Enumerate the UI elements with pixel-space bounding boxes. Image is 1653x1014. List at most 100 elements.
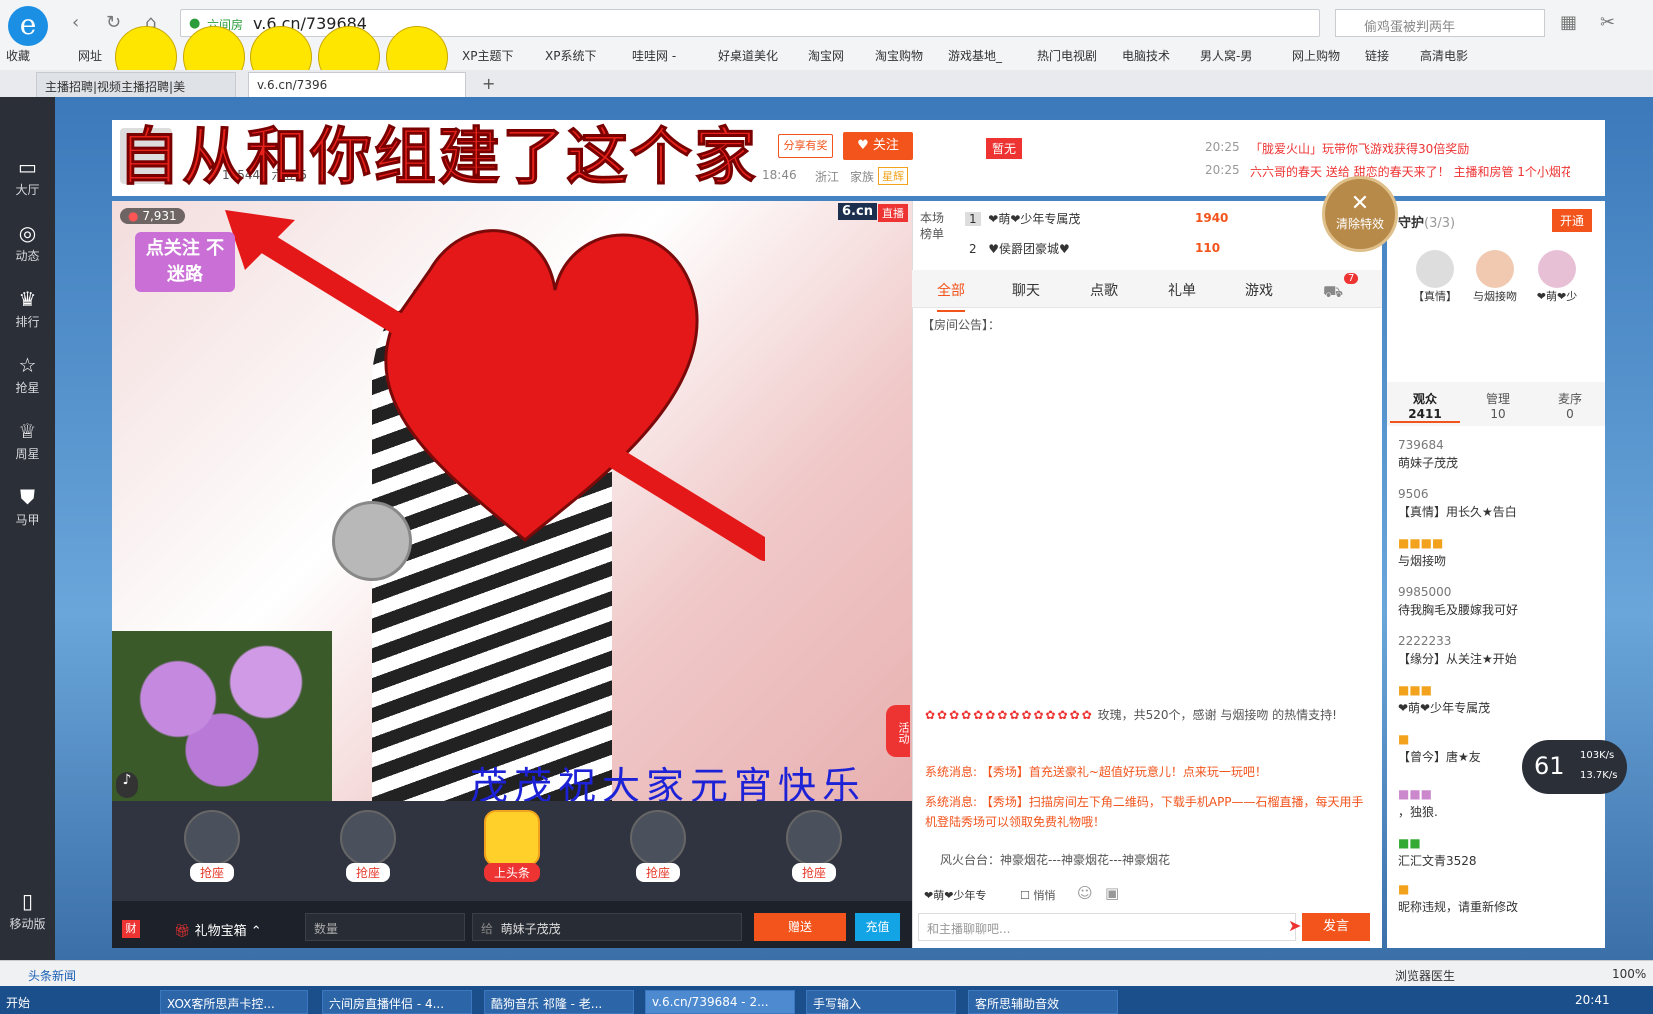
tab-gifts[interactable]: 礼单	[1168, 280, 1196, 300]
mic-icon[interactable]: ♪	[116, 772, 138, 798]
seat-slot[interactable]: 抢座	[322, 810, 414, 882]
search-input[interactable]: 偷鸡蛋被判两年	[1335, 9, 1545, 37]
grid-icon[interactable]: ▦	[1560, 12, 1577, 33]
news-link[interactable]: 头条新闻	[28, 967, 76, 984]
ranking-title[interactable]: 本场榜单	[920, 210, 950, 242]
back-icon[interactable]: ‹	[72, 12, 79, 33]
sidebar-item-rank[interactable]: ♛ 排行	[0, 287, 55, 330]
sidebar-item-mobile[interactable]: ▯ 移动版	[0, 889, 55, 932]
fav-item[interactable]: 游戏基地_	[948, 47, 1002, 64]
image-icon[interactable]: ▣	[1105, 884, 1119, 902]
browser-tab-active[interactable]: v.6.cn/7396	[248, 72, 466, 97]
guard-member[interactable]: 【真情】	[1405, 250, 1465, 304]
list-item[interactable]: ■■■■ 与烟接吻	[1398, 534, 1598, 570]
emoji-icon[interactable]: ☺	[1077, 884, 1093, 902]
clear-effects-button[interactable]: ✕ 清除特效	[1322, 176, 1398, 252]
fav-item[interactable]: 网址	[78, 47, 102, 64]
taskbar-item[interactable]: 客所思辅助音效	[968, 990, 1118, 1014]
seat-slot[interactable]: 抢座	[612, 810, 704, 882]
send-gift-button[interactable]: 赠送	[754, 913, 846, 941]
follow-button[interactable]: ♥ 关注	[843, 132, 913, 160]
chat-input[interactable]: 和主播聊聊吧...	[918, 913, 1296, 941]
scissors-icon[interactable]: ✂	[1600, 12, 1615, 33]
guard-open-button[interactable]: 开通	[1552, 209, 1593, 232]
taskbar-item[interactable]: XOX客所思声卡控...	[160, 990, 308, 1014]
sidebar-item-weekly[interactable]: ♕ 周星	[0, 419, 55, 462]
cup-icon: ♕	[18, 419, 37, 443]
list-item[interactable]: 739684 萌妹子茂茂	[1398, 436, 1598, 472]
list-item[interactable]: 9985000 待我胸毛及腰嫁我可好	[1398, 583, 1598, 619]
speed-percent: 61	[1534, 752, 1565, 780]
browser-tab[interactable]: 主播招聘|视频主播招聘|美	[36, 72, 236, 97]
network-speed-widget[interactable]: 61 103K/s 13.7K/s	[1522, 740, 1627, 794]
level-badge: ■	[1398, 732, 1410, 746]
taskbar-item[interactable]: 手写输入	[806, 990, 956, 1014]
headline-slot[interactable]: 上头条	[466, 810, 558, 882]
zoom-level[interactable]: 100%	[1612, 967, 1646, 981]
list-item[interactable]: 2222233 【缘分】从关注★开始	[1398, 632, 1598, 668]
list-item[interactable]: ■■ 汇汇文青3528	[1398, 834, 1598, 870]
guard-member[interactable]: 与烟接吻	[1465, 250, 1525, 304]
list-item[interactable]: 9506 【真情】用长久★告白	[1398, 485, 1598, 521]
sidebar-item-hall[interactable]: ▭ 大厅	[0, 155, 55, 198]
start-button[interactable]: 开始	[0, 990, 37, 1014]
ranking-row[interactable]: 1 ❤萌❤少年专属茂	[965, 210, 1080, 227]
tab-all[interactable]: 全部	[937, 280, 965, 312]
ranking-row[interactable]: 2 ♥侯爵团豪城♥	[965, 240, 1070, 257]
share-button[interactable]: 分享有奖	[778, 134, 833, 158]
level-badge: ■	[1398, 882, 1410, 896]
fav-item[interactable]: 哇哇网 -	[632, 47, 676, 64]
announcement: 【房间公告】：	[922, 318, 1001, 332]
send-plane-icon[interactable]: ➤	[1288, 916, 1301, 935]
taskbar-item[interactable]: 六间房直播伴侣 - 4...	[322, 990, 472, 1014]
fav-item[interactable]: 高清电影	[1420, 47, 1468, 64]
new-tab-icon[interactable]: +	[482, 74, 495, 93]
list-item[interactable]: ■ 昵称违规，请重新修改	[1398, 880, 1598, 916]
phone-icon: ▯	[21, 889, 33, 913]
fav-item[interactable]: 淘宝购物	[875, 47, 923, 64]
guard-member[interactable]: ❤萌❤少	[1527, 250, 1587, 304]
tab-admin[interactable]: 管理 10	[1463, 390, 1533, 421]
chat-target[interactable]: ❤萌❤少年专	[924, 887, 986, 903]
taskbar-item-active[interactable]: v.6.cn/739684 - 2...	[645, 990, 795, 1014]
tab-audience[interactable]: 观众 2411	[1390, 390, 1460, 423]
sidebar-item-star[interactable]: ☆ 抢星	[0, 353, 55, 396]
whisper-checkbox[interactable]: ☐ 悄悄	[1020, 887, 1055, 903]
browser-logo-icon[interactable]: e	[8, 6, 48, 46]
send-chat-button[interactable]: 发言	[1302, 913, 1370, 941]
browser-doctor[interactable]: 浏览器医生	[1395, 967, 1455, 984]
tab-chat[interactable]: 聊天	[1012, 280, 1040, 300]
wealth-icon[interactable]: 财	[122, 920, 140, 938]
notice-text[interactable]: 六六哥的春天 送给 甜恋的春天来了！ 主播和房管 1个小烟花	[1250, 163, 1570, 180]
gift-box-button[interactable]: 🎁︎ 礼物宝箱 ⌃	[174, 920, 262, 939]
fav-item[interactable]: 热门电视剧	[1037, 47, 1097, 64]
sidebar-item-feed[interactable]: ◎ 动态	[0, 221, 55, 264]
recipient-select[interactable]: 给 萌妹子茂茂	[472, 913, 742, 941]
sidebar-item-vest[interactable]: ⛊ 马甲	[0, 485, 55, 528]
list-item[interactable]: ■■■ ❤萌❤少年专属茂	[1398, 681, 1598, 717]
tab-games[interactable]: 游戏	[1245, 280, 1273, 300]
taskbar-item[interactable]: 酷狗音乐 祁隆 - 老...	[484, 990, 634, 1014]
star-icon: ☆	[18, 353, 37, 377]
quantity-input[interactable]: 数量	[305, 913, 465, 941]
fav-item[interactable]: XP系统下	[545, 47, 596, 64]
fav-item[interactable]: 好桌道美化	[718, 47, 778, 64]
sidebar-label: 马甲	[15, 513, 40, 527]
tab-mic-queue[interactable]: 麦序 0	[1535, 390, 1605, 421]
fav-item[interactable]: 网上购物	[1292, 47, 1340, 64]
tab-song[interactable]: 点歌	[1090, 280, 1118, 300]
taskbar-clock[interactable]: 20:41	[1575, 993, 1610, 1007]
fav-item[interactable]: 链接	[1365, 47, 1389, 64]
refresh-icon[interactable]: ↻	[106, 12, 121, 33]
fav-item[interactable]: 淘宝网	[808, 47, 844, 64]
recharge-button[interactable]: 充值	[855, 913, 900, 941]
fav-item[interactable]: 收藏	[6, 47, 30, 64]
fav-item[interactable]: 电脑技术	[1122, 47, 1170, 64]
car-icon[interactable]: ⛟	[1323, 282, 1343, 303]
seat-slot[interactable]: 抢座	[768, 810, 860, 882]
seat-slot[interactable]: 抢座	[166, 810, 258, 882]
fav-item[interactable]: 男人窝-男	[1200, 47, 1252, 64]
activity-tab[interactable]: 活动	[886, 705, 910, 757]
fav-item[interactable]: XP主题下	[462, 47, 513, 64]
notice-text[interactable]: 「胧爱火山」玩带你飞游戏获得30倍奖励	[1250, 140, 1469, 157]
